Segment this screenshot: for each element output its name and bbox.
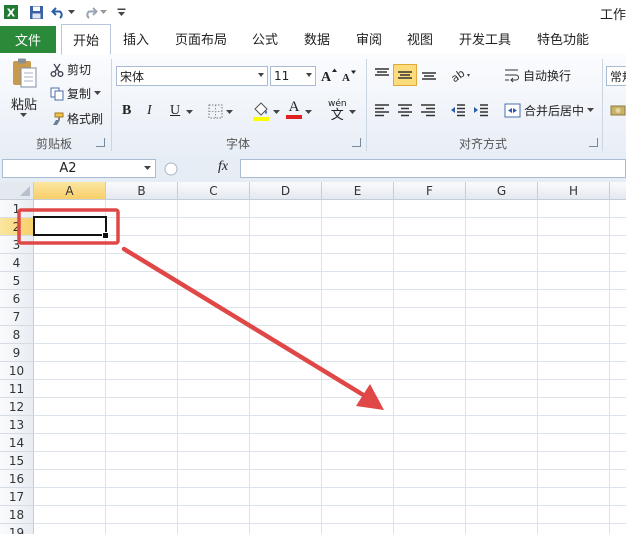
annotation-arrowhead	[356, 384, 384, 410]
tab-home[interactable]: 开始	[61, 24, 111, 55]
annotation-overlay	[17, 208, 384, 410]
highlight-box	[17, 208, 120, 245]
annotation-arrow	[121, 246, 368, 399]
